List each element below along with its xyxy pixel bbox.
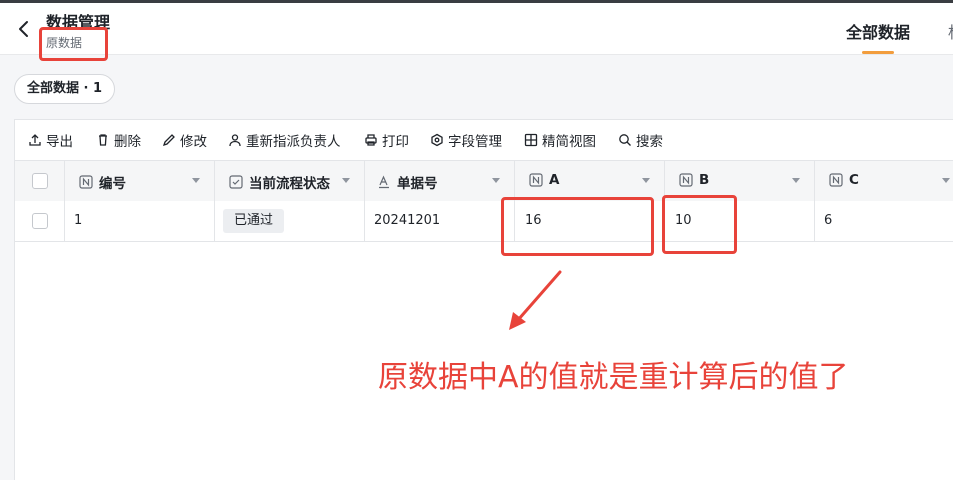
number-field-icon — [79, 175, 93, 189]
delete-label: 删除 — [114, 134, 141, 150]
back-arrow-icon[interactable] — [14, 18, 34, 40]
table-header: 编号 当前流程状态 单据号 A B C — [15, 160, 953, 202]
cell-value: 6 — [824, 213, 833, 228]
cell-value: 1 — [74, 213, 83, 228]
compact-view-label: 精简视图 — [542, 134, 596, 150]
column-header-c[interactable]: C — [815, 161, 953, 201]
select-all-checkbox[interactable] — [32, 173, 48, 189]
annotation-box-a — [501, 197, 654, 256]
gear-icon — [431, 133, 443, 147]
row-select-cell — [15, 201, 65, 241]
compact-view-button[interactable]: 精简视图 — [524, 131, 596, 150]
delete-button[interactable]: 删除 — [96, 131, 141, 150]
column-label: 编号 — [99, 176, 126, 192]
search-button[interactable]: 搜索 — [618, 131, 663, 150]
select-all-cell — [15, 161, 65, 201]
cell-value: 20241201 — [374, 213, 441, 228]
cell-status[interactable]: 已通过 — [215, 201, 365, 241]
annotation-arrow-icon — [509, 270, 562, 330]
user-icon — [229, 134, 241, 147]
tab-next[interactable]: 标 — [948, 19, 953, 43]
chevron-down-icon[interactable] — [942, 178, 950, 183]
column-header-doc-no[interactable]: 单据号 — [365, 161, 515, 201]
text-field-icon — [379, 175, 389, 189]
annotation-text: 原数据中A的值就是重计算后的值了 — [378, 360, 849, 395]
active-tab-indicator — [862, 51, 894, 54]
toolbar: 导出 删除 修改 重新指派负责人 打印 字段管理 精简视图 搜索 — [15, 120, 953, 160]
field-manage-label: 字段管理 — [448, 134, 502, 150]
number-field-icon — [529, 173, 543, 187]
column-label: C — [849, 172, 859, 188]
annotation-box-subtitle — [39, 27, 108, 61]
printer-icon — [365, 134, 377, 146]
field-manage-button[interactable]: 字段管理 — [430, 131, 502, 150]
chevron-down-icon[interactable] — [192, 178, 200, 183]
edit-label: 修改 — [180, 134, 207, 150]
table-row[interactable]: 1 已通过 20241201 16 10 6 — [15, 201, 953, 242]
column-header-id[interactable]: 编号 — [65, 161, 215, 201]
edit-button[interactable]: 修改 — [162, 131, 207, 150]
search-icon — [619, 134, 631, 146]
column-header-a[interactable]: A — [515, 161, 665, 201]
column-label: B — [699, 172, 710, 188]
cell-doc-no[interactable]: 20241201 — [365, 201, 515, 241]
checkbox-field-icon — [229, 175, 243, 189]
number-field-icon — [829, 173, 843, 187]
number-field-icon — [679, 173, 693, 187]
print-label: 打印 — [382, 134, 409, 150]
column-label: A — [549, 172, 560, 188]
chevron-down-icon[interactable] — [642, 178, 650, 183]
trash-icon — [99, 134, 107, 146]
reassign-owner-button[interactable]: 重新指派负责人 — [228, 131, 341, 150]
chevron-down-icon[interactable] — [342, 178, 350, 183]
cell-c[interactable]: 6 — [815, 201, 953, 241]
pencil-icon — [162, 134, 175, 147]
reassign-owner-label: 重新指派负责人 — [246, 134, 341, 150]
export-label: 导出 — [46, 134, 73, 150]
grid-icon — [524, 133, 538, 147]
print-button[interactable]: 打印 — [364, 131, 409, 150]
export-button[interactable]: 导出 — [28, 131, 73, 150]
chevron-down-icon[interactable] — [792, 178, 800, 183]
tab-all-data[interactable]: 全部数据 — [846, 19, 910, 43]
annotation-box-b — [662, 195, 737, 254]
column-label: 单据号 — [397, 176, 438, 192]
data-table-panel: 导出 删除 修改 重新指派负责人 打印 字段管理 精简视图 搜索 编号 当前流程… — [14, 119, 953, 480]
export-icon — [29, 134, 41, 146]
cell-id[interactable]: 1 — [65, 201, 215, 241]
chevron-down-icon[interactable] — [492, 178, 500, 183]
filter-chip-all-data[interactable]: 全部数据 · 1 — [14, 74, 116, 104]
column-label: 当前流程状态 — [249, 176, 330, 192]
search-label: 搜索 — [636, 134, 663, 150]
row-checkbox[interactable] — [32, 213, 48, 229]
status-badge: 已通过 — [223, 209, 285, 233]
page-header: 数据管理 原数据 全部数据 标 — [0, 3, 953, 55]
column-header-status[interactable]: 当前流程状态 — [215, 161, 365, 201]
